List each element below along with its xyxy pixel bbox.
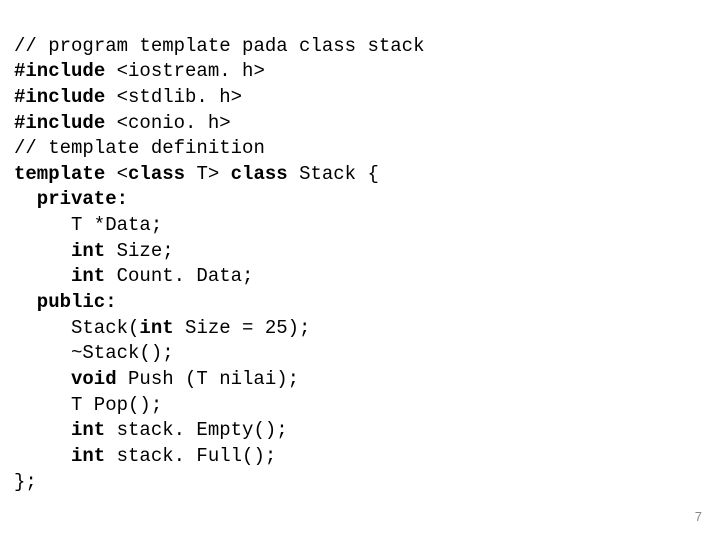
keyword: int (71, 265, 105, 287)
keyword: #include (14, 112, 105, 134)
code-text: T> (185, 163, 231, 185)
code-text: T Pop(); (71, 394, 162, 416)
code-text: < (105, 163, 128, 185)
code-text: Stack( (71, 317, 139, 339)
keyword: int (71, 419, 105, 441)
code-text: stack. Full(); (105, 445, 276, 467)
code-text: Stack { (288, 163, 379, 185)
code-text: Size; (105, 240, 173, 262)
code-line: }; (14, 471, 37, 493)
code-text: Push (T nilai); (117, 368, 299, 390)
keyword: void (71, 368, 117, 390)
keyword: int (71, 240, 105, 262)
keyword: #include (14, 60, 105, 82)
code-text: <iostream. h> (105, 60, 265, 82)
keyword: private: (37, 188, 128, 210)
keyword: public: (37, 291, 117, 313)
keyword: #include (14, 86, 105, 108)
keyword: int (139, 317, 173, 339)
keyword: int (71, 445, 105, 467)
code-text: Count. Data; (105, 265, 253, 287)
code-text: stack. Empty(); (105, 419, 287, 441)
page-number: 7 (695, 508, 702, 526)
code-text: <stdlib. h> (105, 86, 242, 108)
code-text: ~Stack(); (71, 342, 174, 364)
code-block: // program template pada class stack #in… (0, 0, 720, 495)
code-text: Size = 25); (174, 317, 311, 339)
keyword: template (14, 163, 105, 185)
keyword: class (128, 163, 185, 185)
code-text: T *Data; (71, 214, 162, 236)
code-line: // program template pada class stack (14, 35, 424, 57)
code-line: // template definition (14, 137, 265, 159)
code-text: <conio. h> (105, 112, 230, 134)
keyword: class (231, 163, 288, 185)
